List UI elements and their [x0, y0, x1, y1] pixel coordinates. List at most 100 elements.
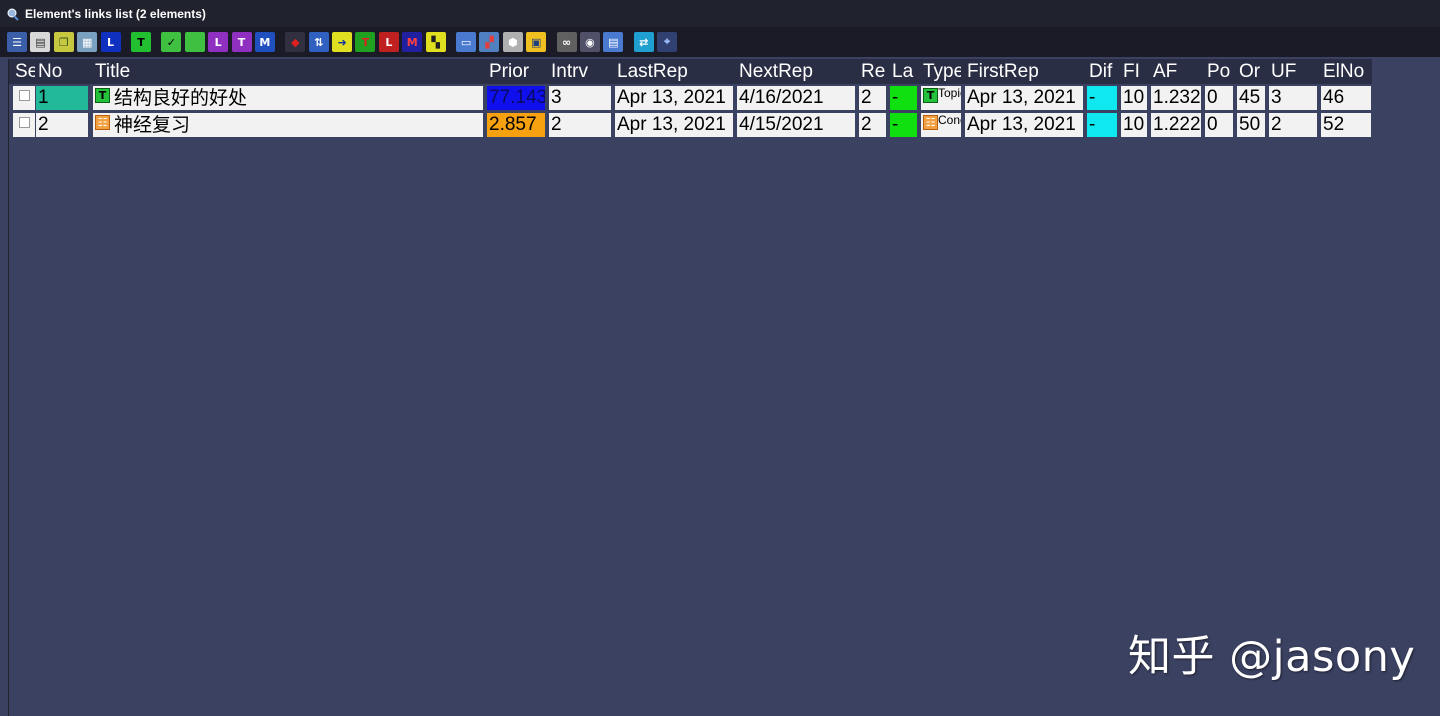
- row-select-checkbox[interactable]: [19, 90, 30, 101]
- cell-af: 1.222: [1151, 113, 1201, 137]
- copy-icon[interactable]: ❐: [53, 32, 74, 52]
- element-title: 神经复习: [114, 114, 191, 136]
- column-header-or[interactable]: Or: [1239, 59, 1265, 84]
- save-icon[interactable]: ▤: [603, 32, 624, 52]
- m-blue-icon[interactable]: M: [254, 32, 275, 52]
- cell-prior: 77.143: [487, 86, 545, 110]
- cell-la: -: [890, 113, 917, 137]
- watermark: 知乎 @jasony: [1128, 632, 1416, 682]
- cell-or: 50: [1237, 113, 1265, 137]
- cell-sel[interactable]: [13, 113, 35, 137]
- browser-icon[interactable]: ▭: [456, 32, 477, 52]
- column-header-elno[interactable]: ElNo: [1323, 59, 1371, 84]
- binoculars-icon[interactable]: ∞: [556, 32, 577, 52]
- cell-af: 1.232: [1151, 86, 1201, 110]
- column-header-nextrep[interactable]: NextRep: [739, 59, 855, 84]
- m-red-icon[interactable]: M: [402, 32, 423, 52]
- table-header: SelNo TitlePriorIntrvLastRepNextRepReLaTy…: [9, 59, 1372, 84]
- eraser-icon[interactable]: ◆: [285, 32, 306, 52]
- cell-fl: 10: [1121, 113, 1147, 137]
- cell-intrv: 2: [549, 113, 611, 137]
- cell-lastrep: Apr 13, 2021: [615, 113, 733, 137]
- type-label: Topic: [938, 86, 961, 100]
- cell-re: 2: [859, 86, 886, 110]
- column-header-type[interactable]: Type: [923, 59, 961, 84]
- cell-elno: 46: [1321, 86, 1371, 110]
- cell-type: TTopic: [921, 86, 961, 110]
- window-title-bar: Element's links list (2 elements): [0, 0, 1440, 27]
- cell-firstrep: Apr 13, 2021: [965, 113, 1083, 137]
- column-header-re[interactable]: Re: [861, 59, 886, 84]
- green-square-icon[interactable]: [184, 32, 205, 52]
- grid-icon[interactable]: ▦: [77, 32, 98, 52]
- column-header-dif[interactable]: Dif: [1089, 59, 1117, 84]
- list-icon[interactable]: ▤: [30, 32, 51, 52]
- pin-icon[interactable]: ⌖: [657, 32, 678, 52]
- concept-type-icon: ☷: [95, 115, 110, 130]
- tree-icon[interactable]: ▚: [425, 32, 446, 52]
- cell-lastrep: Apr 13, 2021: [615, 86, 733, 110]
- cell-or: 45: [1237, 86, 1265, 110]
- column-header-prior[interactable]: Prior: [489, 59, 545, 84]
- menu-icon[interactable]: ☰: [7, 32, 27, 52]
- check-green-icon[interactable]: ✓: [161, 32, 182, 52]
- cell-title: T 结构良好的好处: [93, 86, 483, 110]
- type-label: Concept: [938, 113, 961, 127]
- row-select-checkbox[interactable]: [19, 117, 30, 128]
- calendar-icon[interactable]: ▣: [526, 32, 547, 52]
- table-row[interactable]: 2☷神经复习2.8572Apr 13, 20214/15/20212-☷Conc…: [9, 113, 1372, 139]
- column-header-lastrep[interactable]: LastRep: [617, 59, 733, 84]
- cell-title: ☷ 神经复习: [93, 113, 483, 137]
- cell-uf: 3: [1269, 86, 1317, 110]
- l-icon[interactable]: L: [100, 32, 121, 52]
- column-header-uf[interactable]: UF: [1271, 59, 1317, 84]
- cell-nextrep: 4/15/2021: [737, 113, 855, 137]
- cell-dif: -: [1087, 113, 1117, 137]
- eye-icon[interactable]: ◉: [579, 32, 600, 52]
- topic-type-icon: T: [923, 88, 938, 103]
- column-header-no[interactable]: No: [38, 59, 88, 84]
- column-header-fl[interactable]: FI: [1123, 59, 1147, 84]
- cell-prior: 2.857: [487, 113, 545, 137]
- cell-no: 1: [36, 86, 88, 110]
- cell-la: -: [890, 86, 917, 110]
- cell-dif: -: [1087, 86, 1117, 110]
- cell-intrv: 3: [549, 86, 611, 110]
- arrow-yellow-icon[interactable]: ➜: [332, 32, 353, 52]
- swap-icon[interactable]: ⇄: [633, 32, 654, 52]
- image-icon[interactable]: ▞: [479, 32, 500, 52]
- cell-fl: 10: [1121, 86, 1147, 110]
- column-header-firstrep[interactable]: FirstRep: [967, 59, 1083, 84]
- column-header-po[interactable]: Po: [1207, 59, 1233, 84]
- cell-elno: 52: [1321, 113, 1371, 137]
- cell-nextrep: 4/16/2021: [737, 86, 855, 110]
- cell-po: 0: [1205, 113, 1233, 137]
- concept-type-icon: ☷: [923, 115, 938, 130]
- window-title: Element's links list (2 elements): [25, 6, 206, 21]
- cell-uf: 2: [1269, 113, 1317, 137]
- app-icon: [6, 7, 20, 21]
- cell-sel[interactable]: [13, 86, 35, 110]
- cell-no: 2: [36, 113, 88, 137]
- cell-po: 0: [1205, 86, 1233, 110]
- column-header-af[interactable]: AF: [1153, 59, 1201, 84]
- l-red-icon[interactable]: L: [378, 32, 399, 52]
- element-links-table[interactable]: SelNo TitlePriorIntrvLastRepNextRepReLaTy…: [8, 59, 1440, 716]
- l-purple-icon[interactable]: L: [208, 32, 229, 52]
- element-title: 结构良好的好处: [114, 87, 248, 109]
- column-header-intrv[interactable]: Intrv: [551, 59, 611, 84]
- topic-type-icon: T: [95, 88, 110, 103]
- column-header-sel[interactable]: Sel: [15, 59, 35, 84]
- cell-firstrep: Apr 13, 2021: [965, 86, 1083, 110]
- topic-t-icon[interactable]: T: [130, 32, 151, 52]
- t-purple-icon[interactable]: T: [231, 32, 252, 52]
- cell-type: ☷Concept: [921, 113, 961, 137]
- table-row[interactable]: 1 T 结构良好的好处 77.143 3 Apr 13, 2021 4/16/2021 2- T…: [9, 86, 1372, 112]
- sort-icon[interactable]: ⇅: [308, 32, 329, 52]
- cube-icon[interactable]: ⬢: [502, 32, 523, 52]
- toolbar: ☰ ▤ ❐ ▦ L T ✓ L T M ◆ ⇅ ➜ T L M ▚ ▭ ▞ ⬢ ▣ ∞ ◉ ▤ ⇄ ⌖: [0, 27, 1440, 57]
- t-red-icon[interactable]: T: [355, 32, 376, 52]
- column-header-la[interactable]: La: [892, 59, 917, 84]
- column-header-title[interactable]: Title: [95, 59, 483, 84]
- cell-re: 2: [859, 113, 886, 137]
